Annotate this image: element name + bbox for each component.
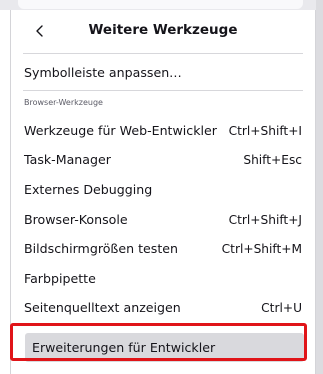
task-manager-item[interactable]: Task-Manager Shift+Esc bbox=[23, 145, 303, 174]
menu-item-label: Werkzeuge für Web-Entwickler bbox=[24, 123, 217, 138]
menu-item-shortcut: Ctrl+Shift+M bbox=[221, 241, 302, 256]
separator bbox=[23, 53, 303, 54]
menu-item-label: Farbpipette bbox=[24, 271, 96, 286]
menu-item-label: Erweiterungen für Entwickler bbox=[32, 340, 216, 355]
panel-title: Weitere Werkzeuge bbox=[88, 22, 238, 38]
menu-item-label: Seitenquelltext anzeigen bbox=[24, 300, 181, 315]
menu-item-label: Bildschirmgrößen testen bbox=[24, 241, 179, 256]
web-developer-tools-item[interactable]: Werkzeuge für Web-Entwickler Ctrl+Shift+… bbox=[23, 116, 303, 145]
panel-header: Weitere Werkzeuge bbox=[11, 10, 315, 52]
menu-item-shortcut: Shift+Esc bbox=[243, 152, 302, 167]
eyedropper-item[interactable]: Farbpipette bbox=[23, 264, 303, 293]
separator bbox=[23, 90, 303, 91]
menu-item-label: Symbolleiste anpassen… bbox=[24, 65, 182, 80]
menu-item-shortcut: Ctrl+U bbox=[261, 300, 302, 315]
menu-item-label: Browser-Konsole bbox=[24, 212, 128, 227]
browser-console-item[interactable]: Browser-Konsole Ctrl+Shift+J bbox=[23, 205, 303, 234]
screen: Weitere Werkzeuge Symbolleiste anpassen…… bbox=[0, 0, 323, 374]
customize-toolbar-item[interactable]: Symbolleiste anpassen… bbox=[23, 58, 303, 87]
menu-item-label: Externes Debugging bbox=[24, 182, 153, 197]
window-scrollbar[interactable] bbox=[316, 0, 323, 374]
responsive-design-mode-item[interactable]: Bildschirmgrößen testen Ctrl+Shift+M bbox=[23, 234, 303, 263]
toolbar-edge bbox=[18, 0, 303, 9]
menu-item-shortcut: Ctrl+Shift+I bbox=[228, 123, 302, 138]
menu-item-shortcut: Ctrl+Shift+J bbox=[228, 212, 302, 227]
menu-item-label: Task-Manager bbox=[24, 152, 111, 167]
extensions-for-developers-item[interactable]: Erweiterungen für Entwickler bbox=[25, 333, 304, 362]
view-page-source-item[interactable]: Seitenquelltext anzeigen Ctrl+U bbox=[23, 293, 303, 322]
more-tools-panel: Weitere Werkzeuge Symbolleiste anpassen…… bbox=[10, 10, 316, 374]
remote-debugging-item[interactable]: Externes Debugging bbox=[23, 175, 303, 204]
section-label: Browser-Werkzeuge bbox=[24, 98, 103, 107]
